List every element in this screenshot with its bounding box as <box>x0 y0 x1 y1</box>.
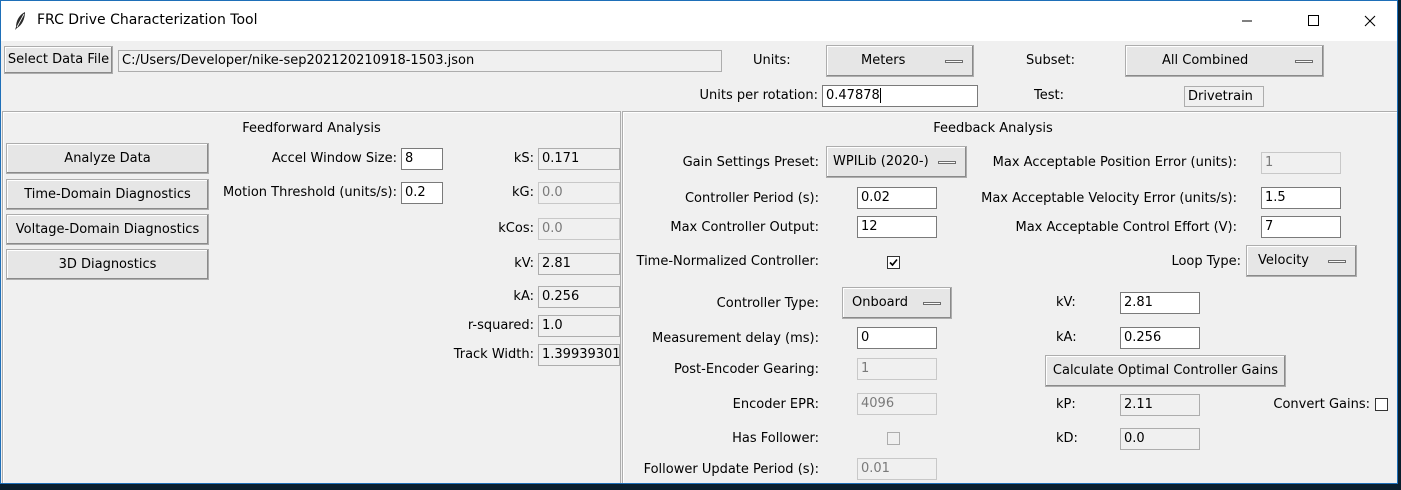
max-control-effort-label: Max Acceptable Control Effort (V): <box>1015 220 1237 235</box>
kv-value: 2.81 <box>538 253 620 275</box>
time-normalized-label: Time-Normalized Controller: <box>636 254 819 269</box>
text-cursor <box>879 88 881 103</box>
max-controller-output-label: Max Controller Output: <box>670 220 819 235</box>
analyze-data-button[interactable]: Analyze Data <box>6 143 209 174</box>
max-position-error-input: 1 <box>1261 152 1341 174</box>
units-per-rotation-input[interactable]: 0.47878 <box>822 85 978 107</box>
feedback-panel: Feedback Analysis Gain Settings Preset: … <box>622 111 1397 483</box>
kd-label: kD: <box>1056 431 1078 446</box>
max-position-error-label: Max Acceptable Position Error (units): <box>992 155 1237 170</box>
ks-label: kS: <box>513 151 534 166</box>
has-follower-checkbox[interactable] <box>887 432 900 445</box>
voltage-domain-diagnostics-button[interactable]: Voltage-Domain Diagnostics <box>6 214 209 245</box>
dropdown-indicator-icon <box>938 161 956 164</box>
feedforward-title: Feedforward Analysis <box>242 121 381 136</box>
controller-type-label: Controller Type: <box>716 296 819 311</box>
subset-label: Subset: <box>1026 53 1075 68</box>
dropdown-indicator-icon <box>1295 60 1313 63</box>
accel-window-label: Accel Window Size: <box>271 151 397 166</box>
window-title: FRC Drive Characterization Tool <box>37 12 258 28</box>
controller-period-input[interactable]: 0.02 <box>857 187 937 209</box>
loop-type-dropdown[interactable]: Velocity <box>1246 245 1357 277</box>
close-icon <box>1364 15 1376 27</box>
units-per-rotation-value: 0.47878 <box>826 88 880 103</box>
subset-dropdown[interactable]: All Combined <box>1125 45 1324 77</box>
feedback-title: Feedback Analysis <box>933 121 1053 136</box>
select-data-file-button[interactable]: Select Data File <box>4 46 113 74</box>
encoder-epr-input: 4096 <box>857 393 937 415</box>
kd-value: 0.0 <box>1120 428 1200 450</box>
main-window: FRC Drive Characterization Tool Select D… <box>0 0 1398 484</box>
dropdown-indicator-icon <box>945 60 963 63</box>
close-button[interactable] <box>1347 1 1393 41</box>
kv-label: kV: <box>514 256 534 271</box>
convert-gains-label: Convert Gains: <box>1273 397 1370 412</box>
3d-diagnostics-button[interactable]: 3D Diagnostics <box>6 249 209 280</box>
calculate-optimal-gains-button[interactable]: Calculate Optimal Controller Gains <box>1045 355 1286 387</box>
post-encoder-gearing-input: 1 <box>857 358 937 380</box>
follower-update-period-label: Follower Update Period (s): <box>643 462 819 477</box>
gain-preset-label: Gain Settings Preset: <box>682 155 819 170</box>
controller-type-dropdown[interactable]: Onboard <box>842 287 952 319</box>
max-velocity-error-input[interactable]: 1.5 <box>1261 187 1341 209</box>
units-dropdown[interactable]: Meters <box>826 45 974 77</box>
has-follower-label: Has Follower: <box>732 431 819 446</box>
maximize-button[interactable] <box>1290 1 1336 41</box>
maximize-icon <box>1308 15 1319 26</box>
kp-label: kP: <box>1056 397 1076 412</box>
max-controller-output-input[interactable]: 12 <box>857 216 937 238</box>
encoder-epr-label: Encoder EPR: <box>732 397 819 412</box>
file-path-field[interactable]: C:/Users/Developer/nike-sep202120210918-… <box>118 50 722 72</box>
measurement-delay-label: Measurement delay (ms): <box>652 331 819 346</box>
max-control-effort-input[interactable]: 7 <box>1261 216 1341 238</box>
track-width-value: 1.3993930146 <box>538 344 620 366</box>
kcos-label: kCos: <box>498 221 534 236</box>
kp-value: 2.11 <box>1120 394 1200 416</box>
convert-gains-checkbox[interactable] <box>1375 398 1388 411</box>
minimize-button[interactable] <box>1224 1 1270 41</box>
feedback-ka-input[interactable]: 0.256 <box>1120 327 1200 349</box>
time-normalized-checkbox[interactable] <box>887 256 900 269</box>
max-velocity-error-label: Max Acceptable Velocity Error (units/s): <box>981 191 1237 206</box>
units-label: Units: <box>753 53 791 68</box>
time-domain-diagnostics-button[interactable]: Time-Domain Diagnostics <box>6 179 209 210</box>
post-encoder-gearing-label: Post-Encoder Gearing: <box>673 362 819 377</box>
kg-label: kG: <box>512 185 534 200</box>
track-width-label: Track Width: <box>453 347 534 362</box>
test-label: Test: <box>1034 88 1064 103</box>
ka-value: 0.256 <box>538 286 620 308</box>
measurement-delay-input[interactable]: 0 <box>857 327 937 349</box>
accel-window-input[interactable]: 8 <box>401 148 443 170</box>
dropdown-indicator-icon <box>923 302 941 305</box>
kcos-value: 0.0 <box>538 218 620 240</box>
r-squared-value: 1.0 <box>538 315 620 337</box>
motion-threshold-input[interactable]: 0.2 <box>401 182 443 204</box>
feedback-ka-label: kA: <box>1056 330 1077 345</box>
ks-value: 0.171 <box>538 148 620 170</box>
feedforward-panel: Feedforward Analysis Analyze Data Time-D… <box>2 111 621 483</box>
follower-update-period-input: 0.01 <box>857 458 937 480</box>
motion-threshold-label: Motion Threshold (units/s): <box>222 185 397 200</box>
test-value-field: Drivetrain <box>1184 86 1264 107</box>
feedback-kv-input[interactable]: 2.81 <box>1120 292 1200 314</box>
subset-value: All Combined <box>1162 53 1249 68</box>
kg-value: 0.0 <box>538 182 620 204</box>
loop-type-value: Velocity <box>1258 253 1309 268</box>
feather-icon <box>15 12 25 30</box>
controller-period-label: Controller Period (s): <box>684 191 819 206</box>
r-squared-label: r-squared: <box>467 318 534 333</box>
minimize-icon <box>1242 20 1252 22</box>
feedback-kv-label: kV: <box>1056 295 1076 310</box>
gain-preset-dropdown[interactable]: WPILib (2020-) <box>826 146 967 178</box>
dropdown-indicator-icon <box>1328 260 1346 263</box>
gain-preset-value: WPILib (2020-) <box>833 154 929 169</box>
loop-type-label: Loop Type: <box>1171 254 1241 269</box>
units-per-rotation-label: Units per rotation: <box>699 88 818 103</box>
ka-label: kA: <box>513 289 534 304</box>
checkmark-icon <box>889 258 898 267</box>
controller-type-value: Onboard <box>852 295 909 310</box>
title-bar: FRC Drive Characterization Tool <box>1 1 1397 41</box>
units-value: Meters <box>861 53 906 68</box>
